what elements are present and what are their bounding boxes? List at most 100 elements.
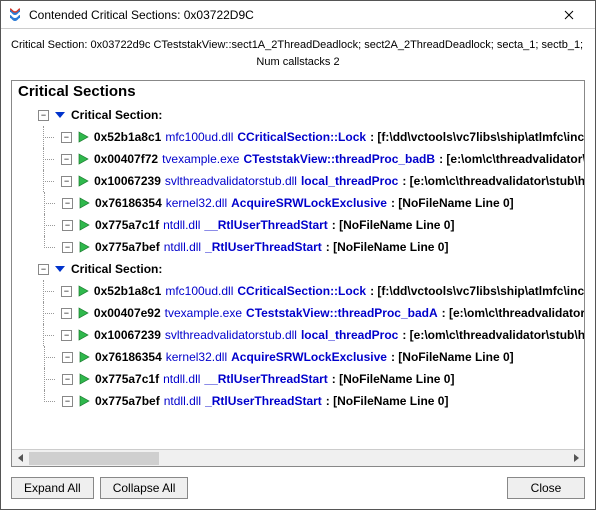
frame-module: ntdll.dll (164, 240, 201, 254)
stack-frame-row[interactable]: − 0x10067239 svlthreadvalidatorstub.dll l… (12, 324, 584, 346)
collapse-box-icon[interactable]: − (62, 242, 73, 253)
chevron-down-icon (53, 108, 67, 122)
frame-source: : [NoFileName Line 0] (332, 372, 455, 386)
frame-label: 0x00407e92 tvexample.exe CTeststakView::… (94, 306, 584, 320)
tree-connector (37, 302, 61, 324)
collapse-box-icon[interactable]: − (61, 308, 72, 319)
tree-connector (37, 148, 61, 170)
tree-connector (38, 236, 62, 258)
stack-frame-row[interactable]: −0x76186354 kernel32.dll AcquireSRWLockE… (12, 346, 584, 368)
play-icon (77, 394, 91, 408)
stack-frame-row[interactable]: − 0x775a7bef ntdll.dll _RtlUserThreadStar… (12, 236, 584, 258)
button-bar: Expand All Collapse All Close (1, 471, 595, 509)
stack-frame-row[interactable]: −0x52b1a8c1 mfc100ud.dll CCriticalSectio… (12, 280, 584, 302)
frame-address: 0x775a7bef (95, 394, 160, 408)
frame-source: : [e:\om\c\threadvalidator\stub\hand (402, 174, 584, 188)
close-button[interactable] (549, 1, 589, 28)
frame-module: mfc100ud.dll (165, 130, 233, 144)
play-icon (77, 218, 91, 232)
tree-section-header[interactable]: − Critical Section: (12, 258, 584, 280)
frame-label: 0x52b1a8c1 mfc100ud.dll CCriticalSection… (94, 130, 584, 144)
collapse-box-icon[interactable]: − (38, 264, 49, 275)
close-icon (564, 10, 574, 20)
callstack-tree[interactable]: − Critical Section: − 0x52b1a8c1 mfc100ud.d… (12, 102, 584, 449)
window-title: Contended Critical Sections: 0x03722D9C (29, 8, 549, 22)
stack-frame-row[interactable]: − 0x76186354 kernel32.dll AcquireSRWLockE… (12, 192, 584, 214)
stack-frame-row[interactable]: − 0x775a7c1f ntdll.dll __RtlUserThreadSta… (12, 368, 584, 390)
section-label: Critical Section: (71, 262, 162, 276)
frame-function: AcquireSRWLockExclusive (231, 196, 387, 210)
collapse-box-icon[interactable]: − (61, 176, 72, 187)
collapse-box-icon[interactable]: − (61, 330, 72, 341)
frame-function: _RtlUserThreadStart (205, 240, 322, 254)
close-dialog-button[interactable]: Close (507, 477, 585, 499)
stack-frame-row[interactable]: − 0x52b1a8c1 mfc100ud.dll CCriticalSectio… (12, 126, 584, 148)
stack-frame-row[interactable]: −0x775a7bef ntdll.dll _RtlUserThreadStar… (12, 390, 584, 412)
frame-label: 0x775a7c1f ntdll.dll __RtlUserThreadStar… (95, 218, 454, 232)
header-line1: Critical Section: 0x03722d9c CTeststakVi… (11, 37, 585, 54)
stack-frame-row[interactable]: − 0x00407f72 tvexample.exe CTeststakView:… (12, 148, 584, 170)
frame-module: ntdll.dll (164, 394, 201, 408)
frame-function: CCriticalSection::Lock (237, 130, 366, 144)
frame-function: CTeststakView::threadProc_badA (246, 306, 438, 320)
collapse-box-icon[interactable]: − (61, 154, 72, 165)
frame-function: local_threadProc (301, 174, 398, 188)
horizontal-scrollbar[interactable] (12, 449, 584, 466)
play-icon (76, 284, 90, 298)
frame-label: 0x10067239 svlthreadvalidatorstub.dll lo… (94, 328, 584, 342)
scroll-right-arrow[interactable] (567, 450, 584, 467)
frame-address: 0x00407f72 (94, 152, 158, 166)
frame-label: 0x775a7c1f ntdll.dll __RtlUserThreadStar… (95, 372, 454, 386)
frame-label: 0x76186354 kernel32.dll AcquireSRWLockEx… (95, 196, 514, 210)
stack-frame-row[interactable]: − 0x00407e92 tvexample.exe CTeststakView:… (12, 302, 584, 324)
collapse-box-icon[interactable]: − (61, 132, 72, 143)
frame-source: : [NoFileName Line 0] (326, 240, 449, 254)
stack-frame-row[interactable]: −0x10067239 svlthreadvalidatorstub.dll l… (12, 170, 584, 192)
section-label: Critical Section: (71, 108, 162, 122)
collapse-box-icon[interactable]: − (38, 110, 49, 121)
frame-source: : [e:\om\c\threadvalidator\tvex (439, 152, 584, 166)
frame-module: mfc100ud.dll (165, 284, 233, 298)
play-icon (77, 240, 91, 254)
tree-connector (38, 368, 62, 390)
collapse-all-button[interactable]: Collapse All (100, 477, 189, 499)
frame-address: 0x52b1a8c1 (94, 284, 161, 298)
frame-label: 0x775a7bef ntdll.dll _RtlUserThreadStart… (95, 240, 448, 254)
collapse-box-icon[interactable]: − (62, 374, 73, 385)
scroll-thumb[interactable] (29, 452, 159, 465)
stack-frame-row[interactable]: − 0x775a7c1f ntdll.dll __RtlUserThreadSta… (12, 214, 584, 236)
play-icon (76, 130, 90, 144)
tree-connector (38, 346, 62, 368)
frame-source: : [NoFileName Line 0] (391, 196, 514, 210)
play-icon (76, 152, 90, 166)
tree-connector (37, 324, 61, 346)
chevron-down-icon (53, 262, 67, 276)
frame-module: tvexample.exe (165, 306, 242, 320)
frame-address: 0x775a7c1f (95, 218, 159, 232)
panel-title: Critical Sections (12, 81, 584, 102)
collapse-box-icon[interactable]: − (62, 352, 73, 363)
frame-address: 0x10067239 (94, 174, 161, 188)
frame-address: 0x52b1a8c1 (94, 130, 161, 144)
header-line2: Num callstacks 2 (11, 54, 585, 71)
collapse-box-icon[interactable]: − (62, 198, 73, 209)
tree-connector (37, 280, 61, 302)
play-icon (77, 196, 91, 210)
frame-source: : [e:\om\c\threadvalidator\stub\hand (402, 328, 584, 342)
frame-address: 0x76186354 (95, 350, 162, 364)
tree-section-header[interactable]: − Critical Section: (12, 104, 584, 126)
frame-address: 0x00407e92 (94, 306, 161, 320)
tree-panel: Critical Sections − Critical Section: − 0x5… (11, 80, 585, 467)
tree-connector (38, 390, 62, 412)
play-icon (77, 350, 91, 364)
frame-label: 0x00407f72 tvexample.exe CTeststakView::… (94, 152, 584, 166)
frame-source: : [e:\om\c\threadvalidator\tvex (442, 306, 584, 320)
scroll-left-arrow[interactable] (12, 450, 29, 467)
collapse-box-icon[interactable]: − (61, 286, 72, 297)
expand-all-button[interactable]: Expand All (11, 477, 94, 499)
collapse-box-icon[interactable]: − (62, 396, 73, 407)
app-icon (7, 7, 23, 23)
scroll-track[interactable] (29, 450, 567, 466)
frame-source: : [f:\dd\vctools\vc7libs\ship\atlmfc\inc… (370, 130, 584, 144)
collapse-box-icon[interactable]: − (62, 220, 73, 231)
